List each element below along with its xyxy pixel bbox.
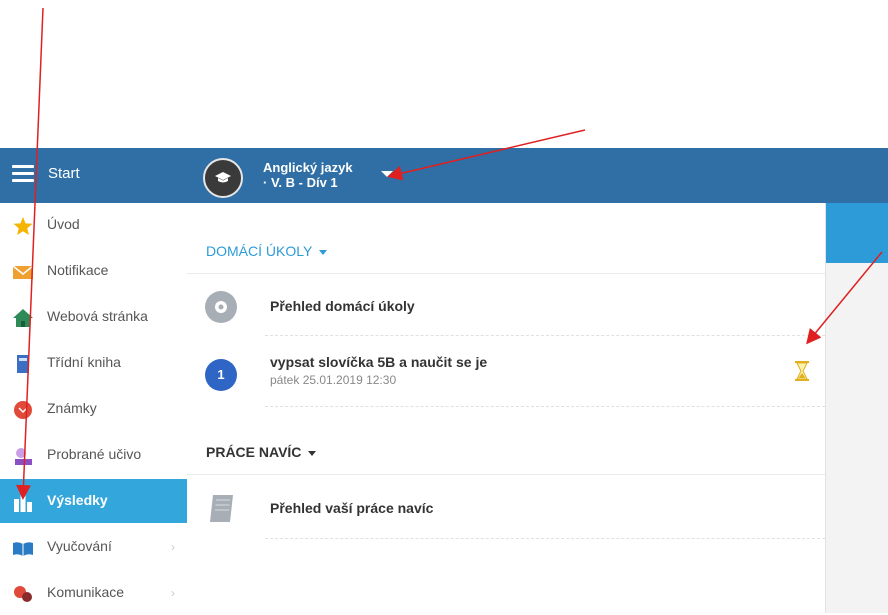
sidebar-item-vyucovani[interactable]: Vyučování ›	[0, 525, 187, 569]
homework-overview-row[interactable]: Přehled domácí úkoly	[187, 288, 825, 328]
sidebar-item-label: Komunikace	[47, 584, 125, 600]
main-panel: DOMÁCÍ ÚKOLY Přehled domácí úkoly 1 vyps…	[187, 203, 826, 613]
book-icon	[17, 355, 29, 373]
topics-icon	[15, 448, 32, 465]
gear-icon	[205, 291, 237, 323]
homework-item-title: vypsat slovíčka 5B a naučit se je	[270, 354, 488, 370]
star-icon	[13, 217, 33, 235]
bar-chart-icon	[14, 494, 32, 512]
chevron-right-icon: ›	[171, 586, 175, 600]
divider	[187, 474, 825, 475]
extra-work-overview-row[interactable]: Přehled vaší práce navíc	[187, 490, 825, 530]
chevron-right-icon: ›	[171, 540, 175, 554]
course-dropdown-caret-icon[interactable]	[381, 171, 393, 177]
sidebar-item-vysledky[interactable]: Výsledky	[0, 479, 187, 523]
sidebar-item-webova-stranka[interactable]: Webová stránka	[0, 295, 187, 339]
graduation-cap-icon	[215, 172, 231, 183]
course-selector[interactable]: Anglický jazyk · V. B - Dív 1	[263, 160, 353, 190]
divider	[265, 406, 825, 407]
sidebar-item-probrane-ucivo[interactable]: Probrané učivo	[0, 433, 187, 477]
top-bar: Start Anglický jazyk · V. B - Dív 1	[0, 148, 888, 203]
blue-strip	[825, 203, 888, 263]
caret-down-icon	[308, 450, 317, 456]
sidebar-item-notifikace[interactable]: Notifikace	[0, 249, 187, 293]
homework-item-due: pátek 25.01.2019 12:30	[270, 373, 397, 387]
sidebar-item-label: Vyučování	[47, 538, 112, 554]
extra-work-overview-title: Přehled vaší práce navíc	[270, 500, 434, 516]
course-title: Anglický jazyk	[263, 160, 353, 175]
sidebar-item-label: Probrané učivo	[47, 446, 142, 462]
open-book-icon	[13, 542, 33, 556]
course-class: · V. B - Dív 1	[263, 175, 338, 190]
grades-icon	[14, 401, 32, 419]
sidebar-item-znamky[interactable]: Známky	[0, 387, 187, 431]
sidebar-item-label: Úvod	[47, 216, 80, 232]
extra-work-section-header[interactable]: PRÁCE NAVÍC	[206, 444, 317, 460]
sidebar: Úvod Notifikace Webová stránka Třídní kn…	[0, 203, 187, 613]
start-label[interactable]: Start	[48, 165, 80, 182]
caret-down-icon	[319, 249, 328, 255]
homework-header-label: DOMÁCÍ ÚKOLY	[206, 243, 313, 259]
hamburger-menu-icon[interactable]	[12, 165, 34, 185]
divider	[265, 538, 825, 539]
homework-count-badge: 1	[205, 359, 237, 391]
extra-work-header-label: PRÁCE NAVÍC	[206, 444, 302, 460]
chat-icon	[14, 586, 32, 602]
course-avatar[interactable]	[203, 158, 243, 198]
divider	[265, 335, 825, 336]
sidebar-item-label: Výsledky	[47, 492, 108, 508]
homework-item-row[interactable]: 1 vypsat slovíčka 5B a naučit se je páte…	[187, 353, 825, 401]
sidebar-item-label: Webová stránka	[47, 308, 148, 324]
divider	[187, 273, 825, 274]
sidebar-item-label: Třídní kniha	[47, 354, 121, 370]
homework-section-header[interactable]: DOMÁCÍ ÚKOLY	[206, 243, 328, 259]
house-icon	[13, 309, 33, 327]
envelope-icon	[12, 265, 34, 279]
sidebar-item-komunikace[interactable]: Komunikace ›	[0, 571, 187, 615]
sidebar-item-uvod[interactable]: Úvod	[0, 203, 187, 247]
sidebar-item-label: Známky	[47, 400, 97, 416]
notebook-icon	[210, 495, 233, 522]
sidebar-item-tridni-kniha[interactable]: Třídní kniha	[0, 341, 187, 385]
sidebar-item-label: Notifikace	[47, 262, 109, 278]
hourglass-icon	[795, 361, 809, 381]
homework-overview-title: Přehled domácí úkoly	[270, 298, 415, 314]
